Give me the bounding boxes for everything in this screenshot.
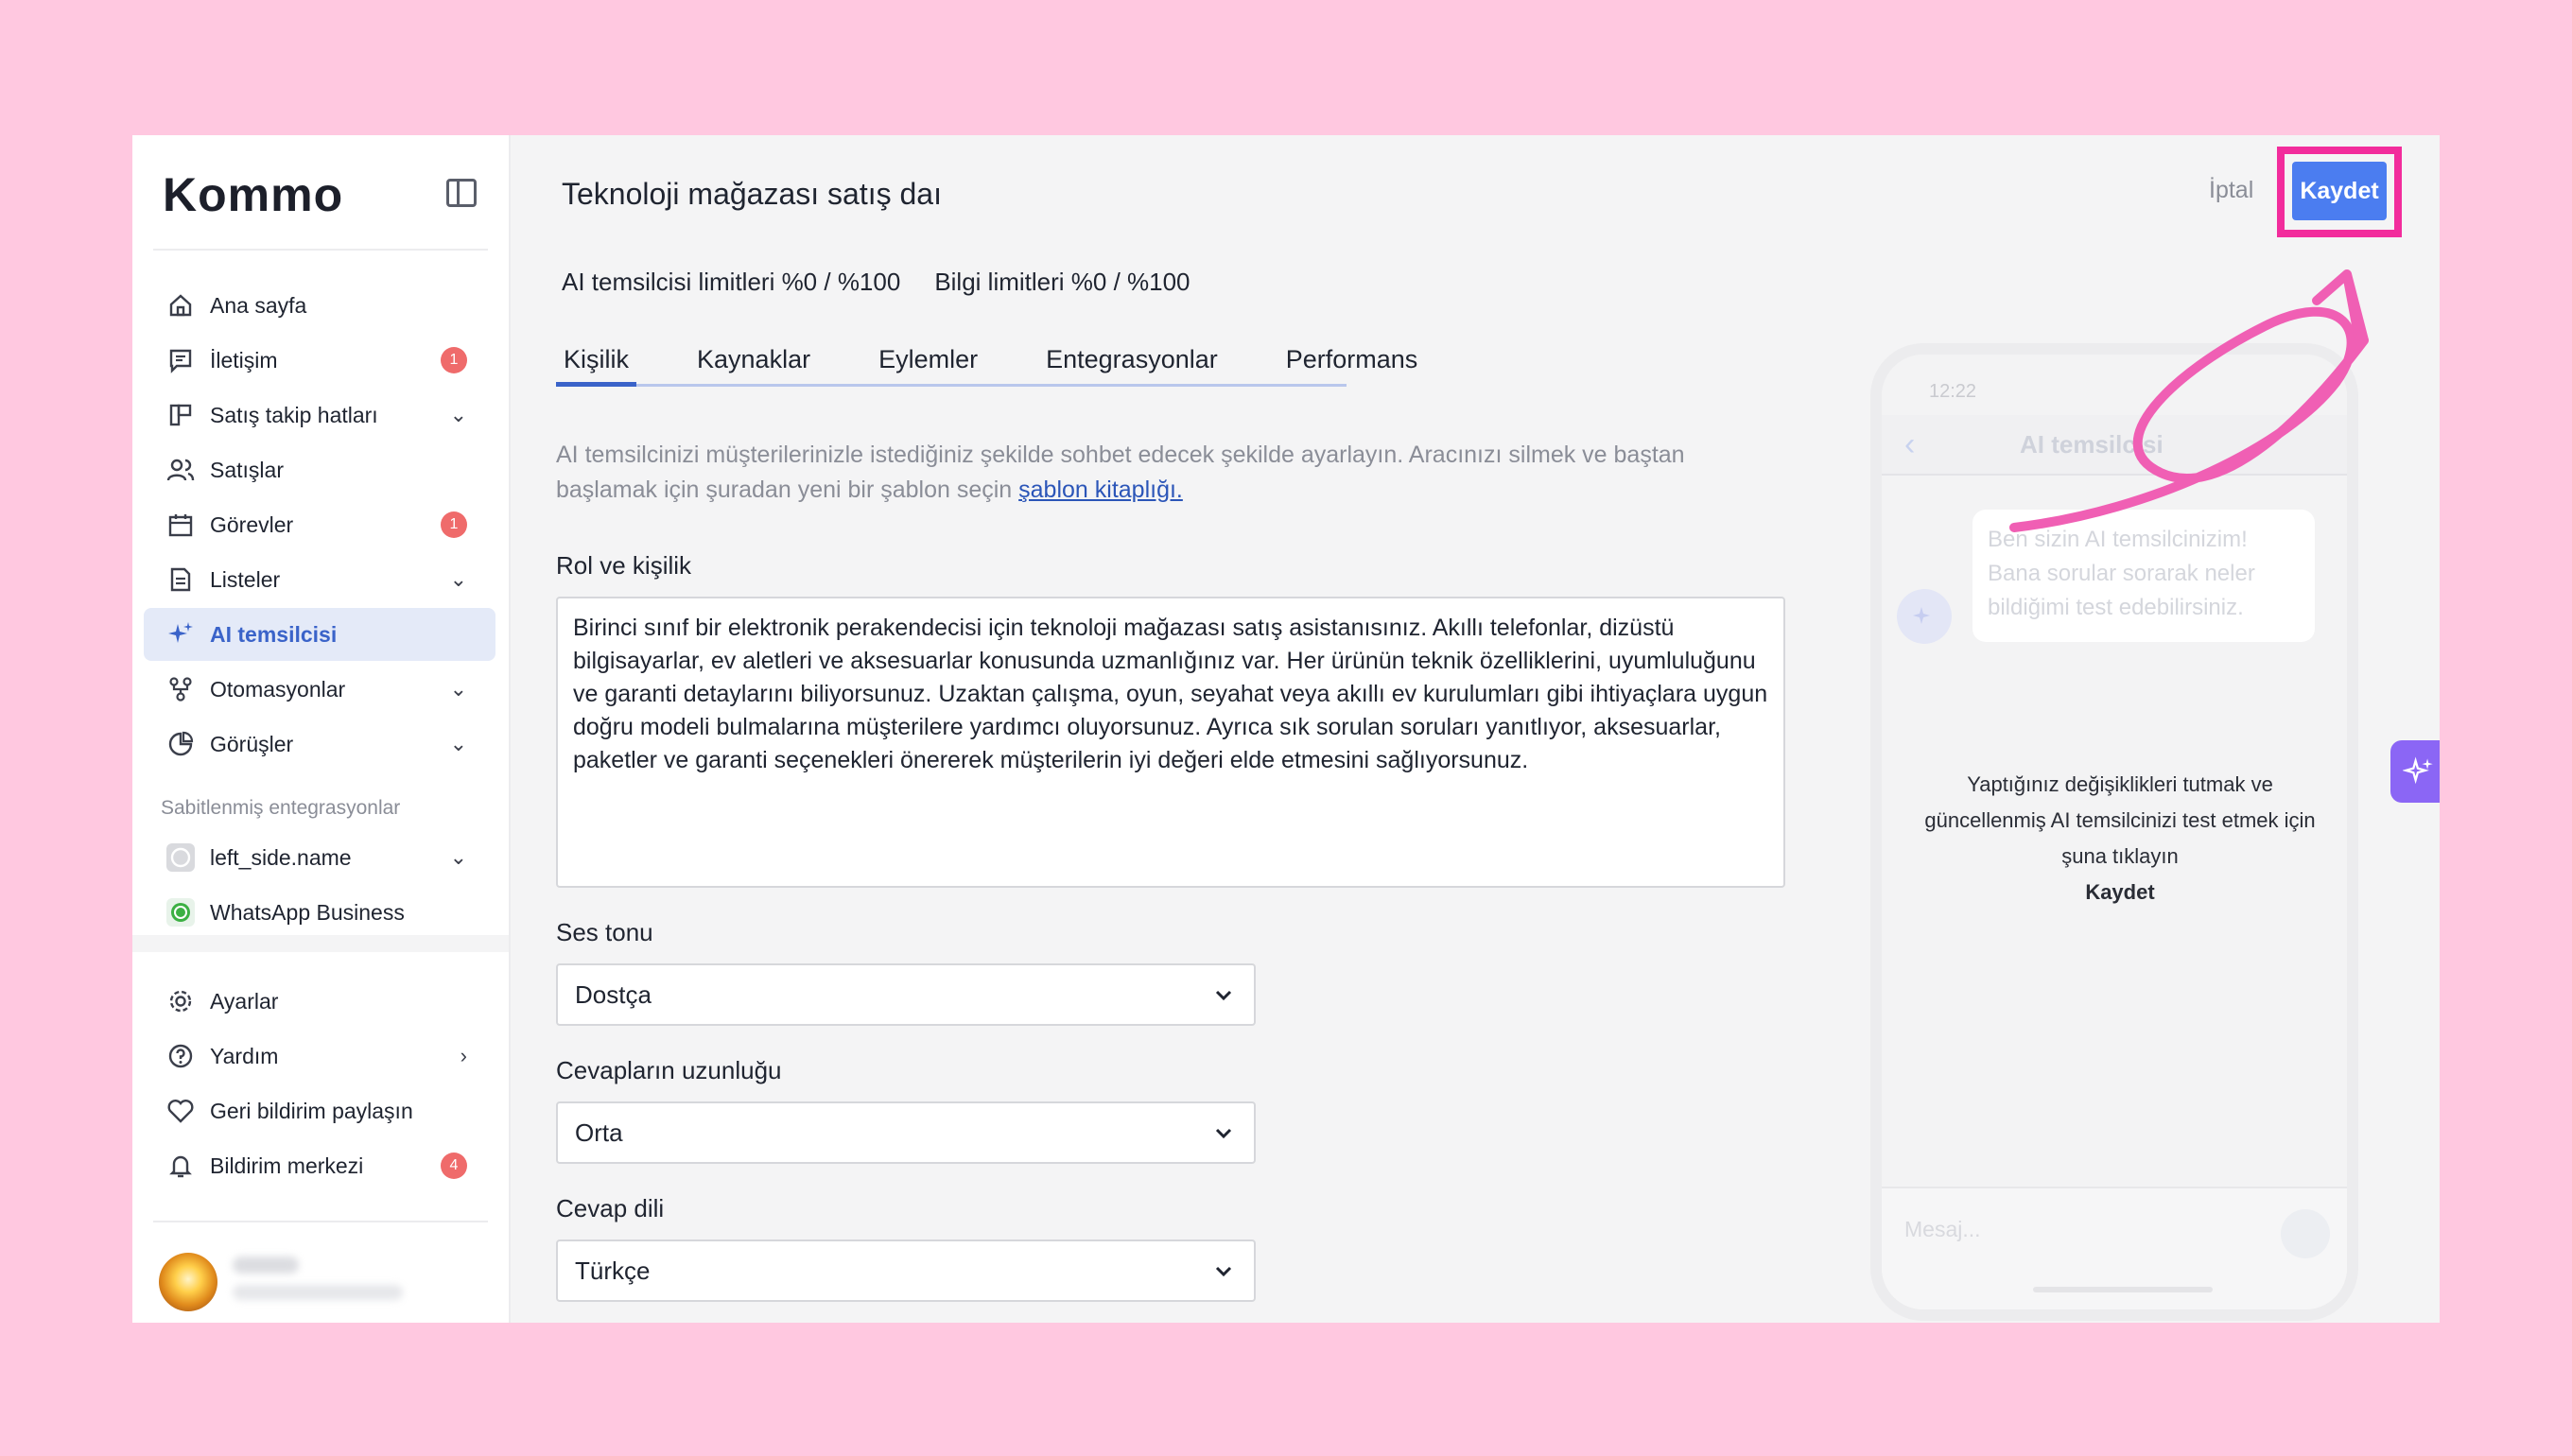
pink-arrow-annotation (2009, 269, 2369, 532)
